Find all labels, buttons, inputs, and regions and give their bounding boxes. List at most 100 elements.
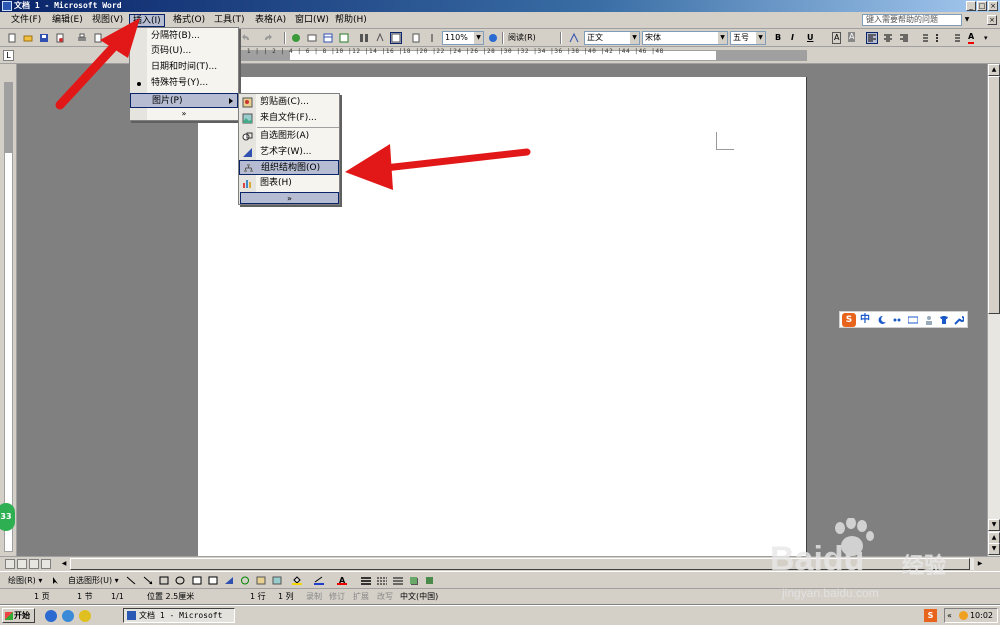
bullets-button[interactable] bbox=[934, 32, 946, 44]
indent-button[interactable] bbox=[950, 32, 962, 44]
autoshapes-menu-button[interactable]: 自选图形(U) ▾ bbox=[68, 575, 119, 586]
start-button[interactable]: 开始 bbox=[2, 608, 35, 623]
align-right-button[interactable] bbox=[898, 32, 910, 44]
status-ext[interactable]: 扩展 bbox=[353, 592, 369, 602]
browser-icon[interactable] bbox=[62, 610, 74, 622]
zoom-select[interactable]: 110% ▼ bbox=[442, 31, 484, 45]
help-search-input[interactable]: 键入需要帮助的问题 bbox=[862, 14, 962, 26]
menu-item-page-number[interactable]: 页码(U)... bbox=[130, 44, 238, 59]
arrow-style-icon[interactable] bbox=[393, 576, 403, 585]
menu-item-special-symbol[interactable]: 特殊符号(Y)... bbox=[130, 76, 238, 91]
vertical-ruler-strip[interactable] bbox=[4, 82, 13, 552]
wordart-tool-icon[interactable] bbox=[224, 576, 234, 585]
new-document-button[interactable] bbox=[6, 32, 18, 44]
rectangle-tool-icon[interactable] bbox=[159, 576, 169, 585]
vertical-textbox-icon[interactable] bbox=[208, 576, 218, 585]
scroll-left-icon[interactable]: ◀ bbox=[58, 558, 70, 570]
3d-style-icon[interactable] bbox=[425, 576, 435, 585]
fill-color-icon[interactable] bbox=[292, 576, 302, 585]
diagram-tool-icon[interactable] bbox=[240, 576, 250, 585]
keyboard-icon[interactable] bbox=[908, 315, 918, 325]
select-objects-icon[interactable] bbox=[51, 576, 61, 585]
media-icon[interactable] bbox=[79, 610, 91, 622]
italic-button[interactable]: I bbox=[791, 32, 794, 44]
moon-icon[interactable] bbox=[877, 315, 887, 325]
menu-item-date-time[interactable]: 日期和时间(T)... bbox=[130, 60, 238, 75]
word-app-icon[interactable] bbox=[2, 1, 12, 11]
vertical-scrollbar[interactable]: ▲ ▼ ▲ ▼ bbox=[987, 64, 1000, 556]
menu-format[interactable]: 格式(O) bbox=[170, 14, 208, 27]
sogou-ime-toolbar[interactable]: S 中 bbox=[839, 311, 968, 328]
bold-button[interactable]: B bbox=[775, 32, 781, 44]
picture-tool-icon[interactable] bbox=[272, 576, 282, 585]
scroll-up-icon[interactable]: ▲ bbox=[988, 64, 1000, 76]
font-color-button[interactable]: A bbox=[968, 32, 975, 44]
ime-mode-toggle[interactable]: 中 bbox=[860, 313, 870, 327]
menu-view[interactable]: 视图(V) bbox=[89, 14, 126, 27]
ie-icon[interactable] bbox=[45, 610, 57, 622]
hyperlink-button[interactable] bbox=[290, 32, 302, 44]
textbox-tool-icon[interactable] bbox=[192, 576, 202, 585]
redo-button[interactable] bbox=[262, 32, 274, 44]
close-button[interactable]: × bbox=[988, 1, 998, 11]
tables-borders-button[interactable] bbox=[306, 32, 318, 44]
submenu-item-from-file[interactable]: 来自文件(F)... bbox=[239, 111, 339, 126]
numbering-button[interactable] bbox=[918, 32, 930, 44]
format-painter-button[interactable] bbox=[426, 32, 438, 44]
outline-view-icon[interactable] bbox=[41, 559, 51, 569]
submenu-expand-button[interactable]: » bbox=[240, 192, 339, 204]
submenu-item-wordart[interactable]: 艺术字(W)... bbox=[239, 145, 339, 160]
draw-menu-button[interactable]: 绘图(R) ▾ bbox=[8, 575, 42, 586]
insert-excel-button[interactable] bbox=[338, 32, 350, 44]
taskbar-word-document[interactable]: 文档 1 - Microsoft ... bbox=[123, 608, 235, 625]
tab-selector[interactable]: L bbox=[3, 50, 14, 61]
web-view-icon[interactable] bbox=[17, 559, 27, 569]
status-ovr[interactable]: 改写 bbox=[377, 592, 393, 602]
maximize-button[interactable]: □ bbox=[977, 1, 987, 11]
skin-shirt-icon[interactable] bbox=[939, 315, 949, 325]
show-formatting-button[interactable] bbox=[410, 32, 422, 44]
status-rec[interactable]: 录制 bbox=[306, 592, 322, 602]
dash-style-icon[interactable] bbox=[377, 576, 387, 585]
menu-help[interactable]: 帮助(H) bbox=[332, 14, 370, 27]
sogou-tray-icon[interactable]: S bbox=[924, 609, 937, 622]
open-button[interactable] bbox=[22, 32, 34, 44]
sogou-logo-icon[interactable]: S bbox=[842, 313, 856, 327]
char-shading-button[interactable]: A bbox=[848, 32, 856, 42]
notification-badge[interactable]: 33 bbox=[0, 503, 15, 531]
align-left-button[interactable] bbox=[866, 32, 878, 44]
submenu-item-clipart[interactable]: 剪贴画(C)... bbox=[239, 95, 339, 110]
save-button[interactable] bbox=[38, 32, 50, 44]
align-center-button[interactable] bbox=[882, 32, 894, 44]
submenu-item-chart[interactable]: 图表(H) bbox=[239, 176, 339, 191]
font-select[interactable]: 宋体 ▼ bbox=[642, 31, 728, 45]
line-style-icon[interactable] bbox=[361, 576, 371, 585]
char-border-button[interactable]: A bbox=[832, 32, 842, 44]
scroll-thumb[interactable] bbox=[988, 76, 1000, 314]
style-select[interactable]: 正文 ▼ bbox=[584, 31, 640, 45]
wrench-icon[interactable] bbox=[954, 315, 964, 325]
toolbar-options-icon[interactable]: ▾ bbox=[984, 32, 988, 44]
scroll-down-icon[interactable]: ▼ bbox=[988, 519, 1000, 531]
undo-button[interactable] bbox=[240, 32, 252, 44]
status-trk[interactable]: 修订 bbox=[329, 592, 345, 602]
menu-item-picture[interactable]: 图片(P) bbox=[130, 93, 238, 108]
columns-button[interactable] bbox=[358, 32, 370, 44]
menu-window[interactable]: 窗口(W) bbox=[292, 14, 332, 27]
underline-button[interactable]: U bbox=[807, 32, 814, 44]
insert-table-button[interactable] bbox=[322, 32, 334, 44]
oval-tool-icon[interactable] bbox=[175, 576, 185, 585]
submenu-item-org-chart[interactable]: 组织结构图(O) bbox=[239, 160, 339, 175]
minimize-button[interactable]: _ bbox=[966, 1, 976, 11]
arrow-tool-icon[interactable] bbox=[143, 576, 153, 585]
help-dropdown-icon[interactable]: ▼ bbox=[962, 14, 972, 26]
menu-edit[interactable]: 编辑(E) bbox=[49, 14, 86, 27]
print-view-icon[interactable] bbox=[29, 559, 39, 569]
permission-button[interactable] bbox=[54, 32, 66, 44]
submenu-item-autoshape[interactable]: 自选图形(A) bbox=[239, 129, 339, 144]
font-color-draw-icon[interactable]: A bbox=[337, 576, 347, 585]
menu-table[interactable]: 表格(A) bbox=[252, 14, 289, 27]
menu-file[interactable]: 文件(F) bbox=[8, 14, 44, 27]
read-mode-button[interactable]: 阅读(R) bbox=[508, 32, 536, 44]
qq-tray-icon[interactable] bbox=[959, 611, 968, 620]
